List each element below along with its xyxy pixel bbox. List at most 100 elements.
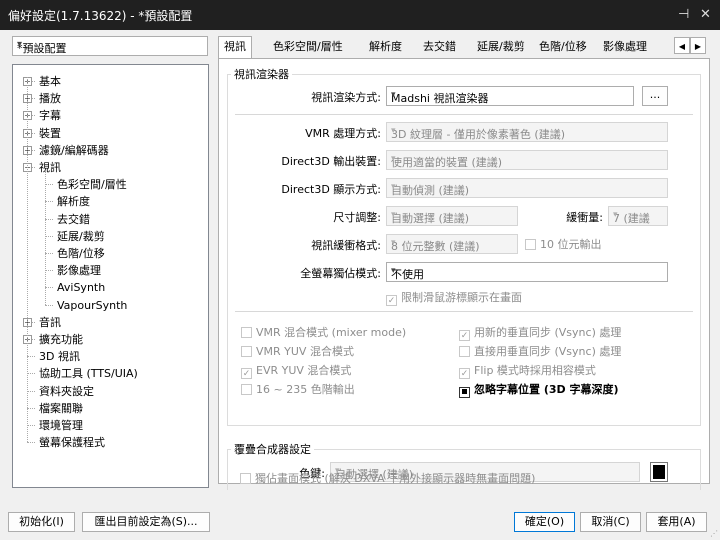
tree-item-label: 音訊 [39, 315, 61, 329]
fullscreen-mode-dropdown[interactable]: 不使用 ▾ [386, 262, 668, 282]
checkbox-box [241, 384, 252, 395]
chevron-down-icon: ▾ [17, 39, 23, 50]
buffer-dropdown[interactable]: 7 (建議 ▾ [608, 206, 668, 226]
tree-item-label: 3D 視訊 [39, 350, 80, 364]
resize-grip-icon[interactable]: ⋰ [710, 529, 718, 538]
tree-item[interactable]: 螢幕保護程式 [39, 434, 105, 451]
tree-item[interactable]: VapourSynth [57, 297, 127, 314]
tree-item[interactable]: 去交錯 [57, 211, 90, 228]
tree-item[interactable]: 影像處理 [57, 262, 101, 279]
exclusive-screen-label: 獨佔畫面模式 (解決 DXVA 下用外接顯示器時無畫面問題) [255, 472, 536, 485]
tab-scroll-left-icon[interactable]: ◀ [674, 37, 690, 54]
tree-item[interactable]: 資料夾設定 [39, 383, 94, 400]
tree-item[interactable]: 色階/位移 [57, 245, 105, 262]
ten-bit-output-checkbox[interactable]: 10 位元輸出 [525, 238, 602, 252]
ok-button[interactable]: 確定(O) [514, 512, 575, 532]
tab-6[interactable]: 色階/位移 [534, 38, 592, 56]
tree-item[interactable]: 解析度 [57, 193, 90, 210]
tree-item[interactable]: AviSynth [57, 279, 105, 296]
tree-item[interactable]: 環境管理 [39, 417, 83, 434]
tree-item[interactable]: 音訊 [39, 314, 61, 331]
checkbox-box [240, 473, 251, 484]
tab-5[interactable]: 延展/裁剪 [472, 38, 530, 56]
tab-2[interactable]: 色彩空間/層性 [268, 38, 348, 56]
tree-item[interactable]: 基本 [39, 73, 61, 90]
tree-item[interactable]: 視訊 [39, 159, 61, 176]
render-method-dropdown[interactable]: Madshi 視訊渲染器 ▾ [386, 86, 634, 106]
tree-item[interactable]: 檔案關聯 [39, 400, 83, 417]
renderer-option-checkbox[interactable]: VMR YUV 混合模式 [241, 345, 354, 359]
exclusive-screen-checkbox[interactable]: 獨佔畫面模式 (解決 DXVA 下用外接顯示器時無畫面問題) [240, 472, 535, 486]
renderer-option-label: 忽略字幕位置 (3D 字幕深度) [474, 383, 619, 396]
tab-7[interactable]: 影像處理 [598, 38, 652, 56]
tree-item[interactable]: 裝置 [39, 125, 61, 142]
renderer-option-checkbox[interactable]: ✓ EVR YUV 混合模式 [241, 364, 352, 379]
limit-cursor-checkbox[interactable]: ✓ 限制滑鼠游標顯示在畫面 [386, 291, 522, 306]
apply-button[interactable]: 套用(A) [646, 512, 707, 532]
tree-item[interactable]: 色彩空間/層性 [57, 176, 127, 193]
limit-cursor-label: 限制滑鼠游標顯示在畫面 [401, 291, 522, 304]
checkbox-box [241, 346, 252, 357]
close-icon[interactable]: ✕ [700, 7, 711, 22]
chevron-down-icon: ▾ [391, 182, 396, 192]
tree-connector [27, 407, 35, 409]
tree-item[interactable]: 協助工具 (TTS/UIA) [39, 365, 138, 382]
preset-dropdown[interactable]: *預設配置 ▾ [12, 36, 208, 56]
renderer-option-checkbox[interactable]: 忽略字幕位置 (3D 字幕深度) [459, 383, 619, 398]
tree-item-label: 播放 [39, 92, 61, 106]
tree-item[interactable]: 擴充功能 [39, 331, 83, 348]
tree-connector [45, 287, 53, 289]
buffer-label: 緩衝量: [566, 211, 603, 224]
tab-3[interactable]: 解析度 [364, 38, 407, 56]
tree-item-label: AviSynth [57, 281, 106, 295]
renderer-option-label: VMR 混合模式 (mixer mode) [256, 326, 407, 339]
color-swatch-fill [653, 465, 665, 479]
cancel-button[interactable]: 取消(C) [580, 512, 641, 532]
buffer-format-dropdown[interactable]: 8 位元整數 (建議) ▾ [386, 234, 518, 254]
reset-button[interactable]: 初始化(I) [8, 512, 75, 532]
tree-item-label: 螢幕保護程式 [39, 436, 105, 450]
renderer-option-label: Flip 模式時採用相容模式 [474, 364, 596, 377]
renderer-option-label: 16 ~ 235 色階輸出 [256, 383, 355, 396]
tree-connector [45, 184, 53, 186]
renderer-option-label: 直接用垂直同步 (Vsync) 處理 [474, 345, 622, 358]
tree-item-label: 色彩空間/層性 [57, 178, 127, 192]
tree-item-label: 影像處理 [57, 264, 101, 278]
tree-item[interactable]: 濾鏡/編解碼器 [39, 142, 109, 159]
settings-tree[interactable]: 基本 + 播放 + 字幕 + 裝置 + 濾鏡/編解碼器 + 視訊 − 色彩空間/層性 解析度 去交錯 延展/裁… [12, 64, 209, 488]
tree-item-label: 色階/位移 [57, 247, 105, 260]
renderer-option-checkbox[interactable]: VMR 混合模式 (mixer mode) [241, 326, 406, 340]
tree-connector [45, 270, 53, 272]
separator [235, 311, 693, 312]
tree-connector [27, 356, 35, 358]
d3d-output-dropdown[interactable]: 使用適當的裝置 (建議) ▾ [386, 150, 668, 170]
tree-item-label: 字幕 [39, 109, 61, 123]
tree-item[interactable]: 3D 視訊 [39, 348, 80, 365]
tree-connector [45, 171, 46, 305]
tree-connector [45, 218, 53, 220]
tree-item[interactable]: 延展/裁剪 [57, 228, 105, 245]
tree-item[interactable]: 字幕 [39, 107, 61, 124]
renderer-option-label: EVR YUV 混合模式 [256, 364, 352, 377]
tree-connector [45, 253, 53, 254]
buffer-format-label: 視訊緩衝格式: [311, 239, 381, 252]
color-key-swatch[interactable] [650, 462, 668, 482]
tab-1[interactable]: 視訊 [218, 36, 252, 58]
chevron-down-icon: ▾ [391, 238, 396, 248]
renderer-settings-button[interactable]: ... [642, 86, 668, 106]
preferences-window: *預設配置 ▾ 基本 + 播放 + 字幕 + 裝置 + 濾鏡/編解碼器 + 視訊 − 色彩空間/層性 解析… [0, 30, 720, 540]
tree-connector [27, 373, 35, 375]
export-settings-button[interactable]: 匯出目前設定為(S)... [82, 512, 210, 532]
renderer-option-checkbox[interactable]: ✓ 用新的垂直同步 (Vsync) 處理 [459, 326, 621, 341]
vmr-mode-dropdown[interactable]: 3D 紋理層 - 僅用於像素著色 (建議) ▾ [386, 122, 668, 142]
d3d-display-dropdown[interactable]: 自動偵測 (建議) ▾ [386, 178, 668, 198]
renderer-option-checkbox[interactable]: ✓ Flip 模式時採用相容模式 [459, 364, 596, 379]
renderer-option-checkbox[interactable]: 16 ~ 235 色階輸出 [241, 383, 355, 397]
tab-4[interactable]: 去交錯 [418, 38, 461, 56]
tree-item-label: 協助工具 (TTS/UIA) [39, 367, 138, 381]
size-adjust-dropdown[interactable]: 自動選擇 (建議) ▾ [386, 206, 518, 226]
tab-scroll-right-icon[interactable]: ▶ [690, 37, 706, 54]
renderer-option-checkbox[interactable]: 直接用垂直同步 (Vsync) 處理 [459, 345, 621, 359]
pin-icon[interactable]: ⊣ [678, 7, 689, 22]
tree-item[interactable]: 播放 [39, 90, 61, 107]
